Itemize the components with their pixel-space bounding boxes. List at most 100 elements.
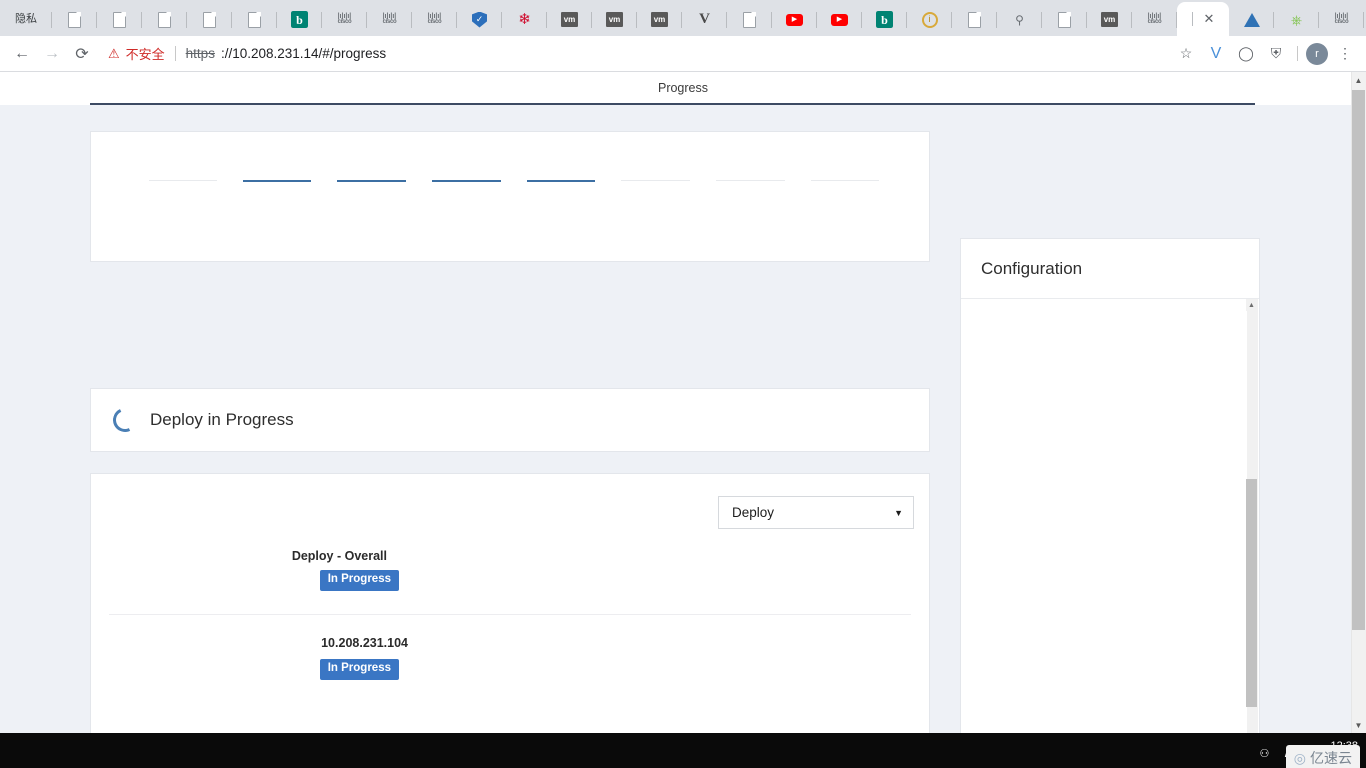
tab-doc-1[interactable] — [52, 3, 97, 36]
tab-hx-installer[interactable]: ✕ — [1177, 2, 1229, 36]
triangle-icon — [1243, 11, 1260, 28]
document-icon — [201, 11, 218, 28]
cisco-icon: |ı|ı|ı| cisco — [1147, 13, 1162, 25]
forward-icon[interactable]: → — [38, 40, 66, 68]
veeam-icon: V — [699, 11, 710, 27]
tab-cisco-3[interactable]: |ı|ı|ı| cisco — [412, 3, 457, 36]
configuration-panel: Configuration ▲ ▼ — [960, 238, 1260, 733]
host-status-wrapper: In Progress — [91, 658, 399, 680]
url-text: ://10.208.231.14/#/progress — [220, 46, 387, 61]
configuration-scroll-thumb[interactable] — [1246, 479, 1257, 707]
tab-doc-4[interactable] — [187, 3, 232, 36]
tab-doc-8[interactable] — [1042, 3, 1087, 36]
people-icon[interactable]: ⚇ — [1260, 747, 1270, 760]
vmware-icon: vm — [1101, 11, 1118, 28]
stepper-connector — [149, 180, 217, 181]
reload-icon[interactable]: ⟳ — [68, 40, 96, 68]
stepper-connector — [716, 180, 785, 181]
extension-icon-2[interactable]: ◯ — [1233, 41, 1259, 67]
document-icon — [156, 11, 173, 28]
document-icon — [966, 11, 983, 28]
stepper-connector — [527, 180, 595, 182]
tab-huawei[interactable]: ❄ — [502, 3, 547, 36]
huawei-icon: ❄ — [518, 11, 531, 28]
tab-vmware-3[interactable]: vm — [637, 3, 682, 36]
cisco-icon: |ı|ı|ı| cisco — [382, 13, 397, 25]
document-icon — [246, 11, 263, 28]
overall-status-wrapper: In Progress — [91, 569, 399, 591]
configuration-scrollbar[interactable]: ▲ ▼ — [1246, 299, 1258, 733]
omnibox-actions: ☆ V ◯ ⛨ r ⋮ — [1173, 41, 1358, 67]
tab-shield[interactable]: ✓ — [457, 3, 502, 36]
detail-divider-1 — [109, 614, 911, 615]
tab-link[interactable]: ⎈ — [1274, 3, 1319, 36]
tab-search[interactable]: ⚲ — [997, 3, 1042, 36]
stepper-connector — [243, 180, 311, 182]
close-icon[interactable]: ✕ — [1204, 11, 1215, 27]
tab-cisco-1[interactable]: |ı|ı|ı| cisco — [322, 3, 367, 36]
page-scroll-down-icon[interactable]: ▼ — [1352, 717, 1365, 733]
page-viewport: Progress Deploy in Progress Deploy ▼ Dep… — [0, 72, 1366, 733]
stage-select-value: Deploy — [732, 505, 775, 520]
profile-avatar[interactable]: r — [1306, 42, 1328, 65]
scroll-up-icon[interactable]: ▲ — [1246, 299, 1257, 311]
windows-taskbar: ⚇ ∧ 英 12:38 20 ◎ 亿速云 — [0, 733, 1366, 768]
tab-doc-6[interactable] — [727, 3, 772, 36]
page-scroll-thumb[interactable] — [1352, 90, 1365, 630]
extension-icon-1[interactable]: V — [1203, 41, 1229, 67]
spinner-icon — [109, 404, 141, 436]
tab-vmware-2[interactable]: vm — [592, 3, 637, 36]
tab-vmware-4[interactable]: vm — [1087, 3, 1132, 36]
tab-doc-5[interactable] — [232, 3, 277, 36]
tab-youtube-2[interactable]: ▶ — [817, 3, 862, 36]
configuration-body: ▲ ▼ — [961, 299, 1259, 733]
configuration-header: Configuration — [961, 239, 1259, 299]
tab-triangle[interactable] — [1229, 3, 1274, 36]
watermark-icon: ◎ — [1293, 749, 1306, 766]
bing-icon: b — [876, 11, 893, 28]
info-icon: i — [921, 11, 938, 28]
warning-triangle-icon: ⚠ — [108, 45, 120, 61]
page-title: Progress — [657, 81, 709, 95]
tab-bing-2[interactable]: b — [862, 3, 907, 36]
bookmark-star-icon[interactable]: ☆ — [1173, 41, 1199, 67]
tab-youtube-1[interactable]: ▶ — [772, 3, 817, 36]
document-icon — [741, 11, 758, 28]
workflow-stepper — [91, 132, 929, 261]
tab-doc-3[interactable] — [142, 3, 187, 36]
page-scrollbar[interactable]: ▲ ▼ — [1351, 72, 1366, 733]
page-header: Progress — [0, 72, 1366, 105]
vmware-icon: vm — [606, 11, 623, 28]
page-scroll-up-icon[interactable]: ▲ — [1352, 72, 1365, 88]
watermark: ◎ 亿速云 — [1285, 745, 1360, 768]
tab-bing[interactable]: b — [277, 3, 322, 36]
tab-doc-7[interactable] — [952, 3, 997, 36]
watermark-text: 亿速云 — [1310, 751, 1352, 767]
tab-doc-2[interactable] — [97, 3, 142, 36]
vmware-icon: vm — [561, 11, 578, 28]
document-icon — [66, 11, 83, 28]
tab-cisco-4[interactable]: |ı|ı|ı| cisco — [1132, 3, 1177, 36]
incognito-label: 隐私 — [15, 13, 37, 25]
browser-menu-icon[interactable]: ⋮ — [1332, 41, 1358, 67]
tab-info[interactable]: i — [907, 3, 952, 36]
tab-cisco-2[interactable]: |ı|ı|ı| cisco — [367, 3, 412, 36]
address-bar[interactable]: ⚠ 不安全 https://10.208.231.14/#/progress — [98, 44, 1171, 63]
search-icon: ⚲ — [1015, 12, 1024, 27]
page-content: Deploy in Progress Deploy ▼ Deploy - Ove… — [0, 105, 1366, 733]
omnibox-toolbar: ← → ⟳ ⚠ 不安全 https://10.208.231.14/#/prog… — [0, 36, 1366, 72]
tab-veeam[interactable]: V — [682, 3, 727, 36]
extension-icon-3[interactable]: ⛨ — [1263, 41, 1289, 67]
host-address-label: 10.208.231.104 — [321, 636, 408, 650]
tab-vmware-1[interactable]: vm — [547, 3, 592, 36]
stepper-connector — [621, 180, 690, 181]
incognito-label[interactable]: 隐私 — [0, 3, 52, 36]
address-divider — [174, 46, 176, 61]
back-icon[interactable]: ← — [8, 40, 36, 68]
tab-cisco-5[interactable]: |ı|ı|ı| cisco — [1319, 3, 1364, 36]
tab-strip[interactable]: 隐私 b |ı|ı|ı| cisco |ı|ı|ı| cisco |ı|ı|ı| cisco ✓… — [0, 0, 1366, 36]
link-icon: ⎈ — [1290, 11, 1303, 28]
vmware-icon: vm — [651, 11, 668, 28]
stage-select[interactable]: Deploy ▼ — [718, 496, 914, 529]
stepper-connector — [811, 180, 879, 181]
